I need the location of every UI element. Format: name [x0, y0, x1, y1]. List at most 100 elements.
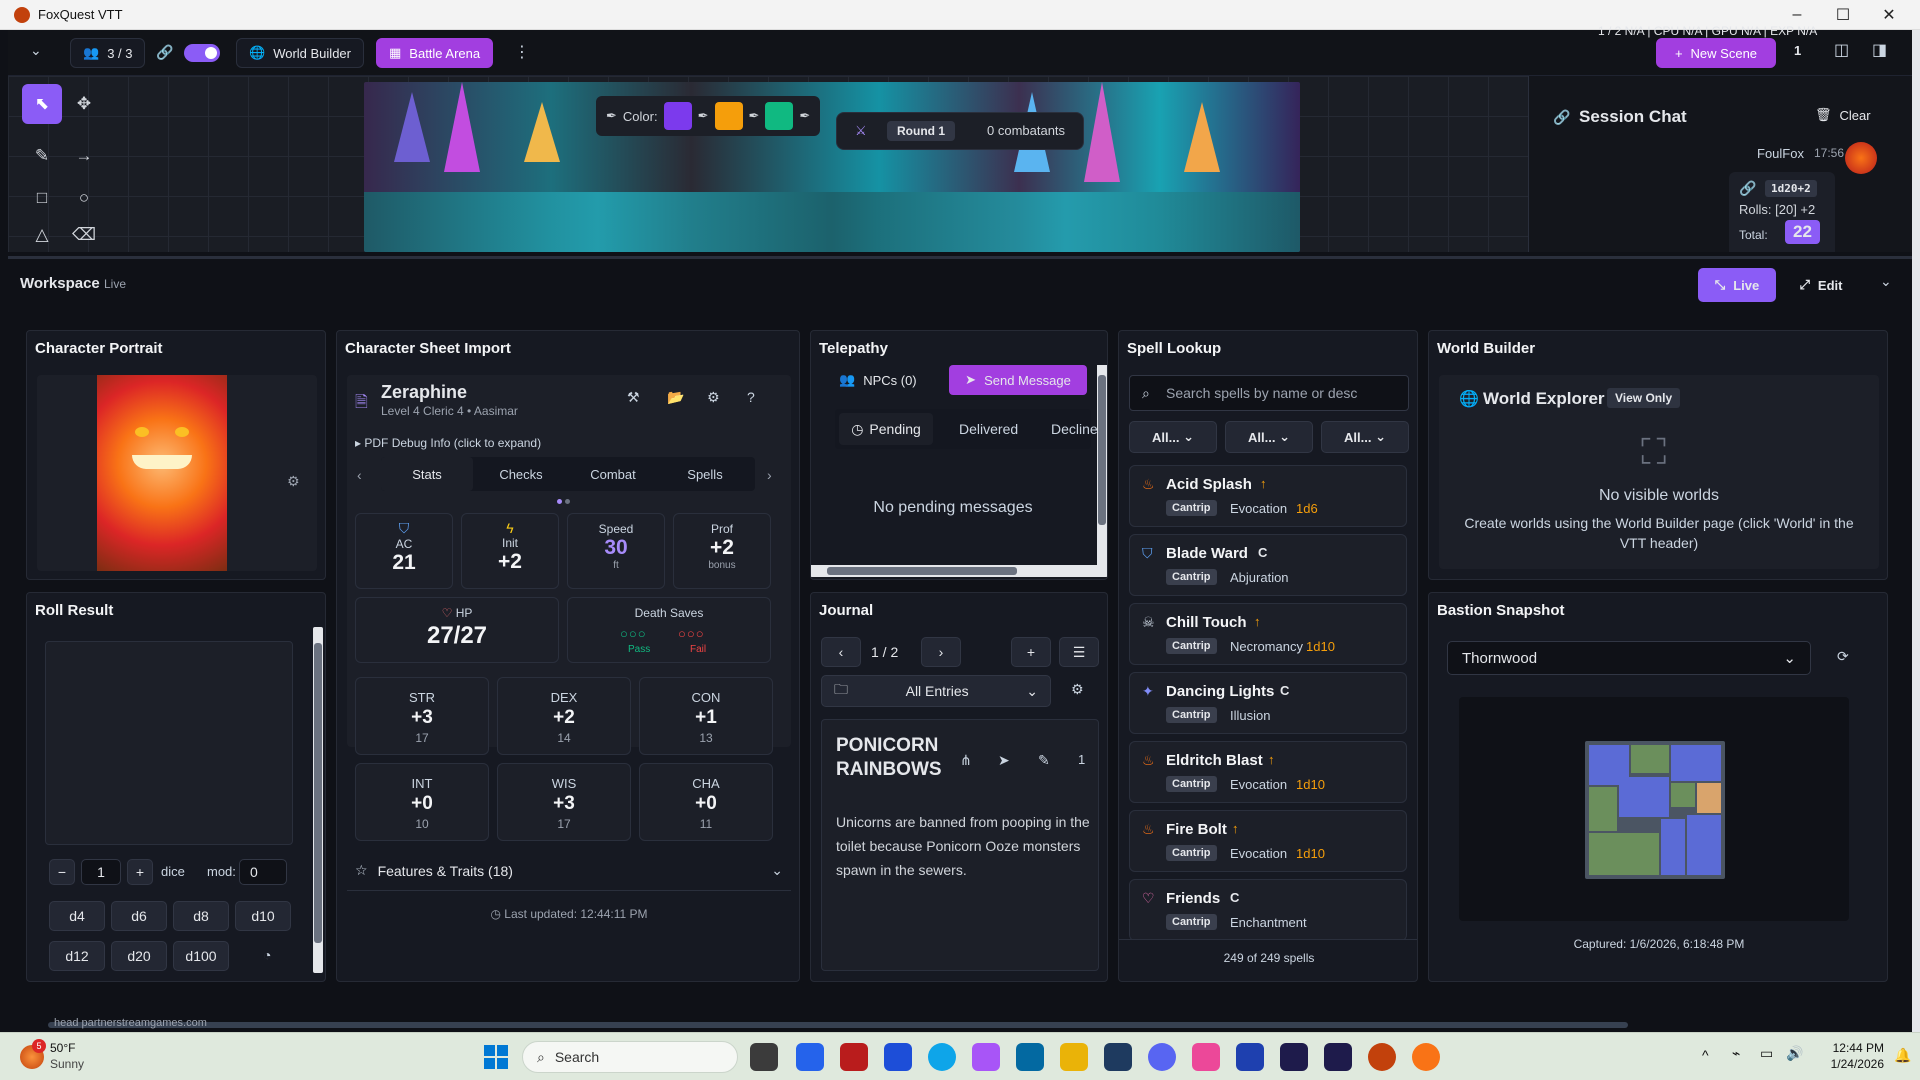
color-swatch-orange[interactable] [714, 102, 743, 130]
d100-button[interactable]: d100 [173, 941, 229, 971]
tab-stats[interactable]: Stats [381, 457, 473, 491]
network-icon[interactable]: ⌁ [1732, 1045, 1740, 1062]
clock-time[interactable]: 12:44 PM [1820, 1041, 1884, 1055]
discord-icon[interactable] [1148, 1043, 1176, 1071]
color-swatch-purple[interactable] [663, 102, 692, 130]
rectangle-tool-icon[interactable]: □ [22, 178, 62, 218]
circle-tool-icon[interactable]: ○ [64, 178, 104, 218]
decrement-button[interactable]: − [49, 859, 75, 885]
eyedropper-icon[interactable]: ✒ [749, 108, 760, 124]
send-message-button[interactable]: ➤ Send Message [949, 365, 1087, 395]
edit-icon[interactable]: ✎ [1038, 752, 1050, 769]
eyedropper-icon[interactable]: ✒ [799, 108, 810, 124]
visibility-toggle[interactable] [184, 44, 220, 62]
battle-arena-button[interactable]: ▦ Battle Arena [376, 38, 494, 68]
spell-card[interactable]: ✦ Dancing Lights C Cantrip Illusion [1129, 672, 1407, 734]
palette-icon[interactable]: ◔ [263, 947, 271, 963]
chevron-left-icon[interactable]: ‹ [357, 467, 362, 483]
features-toggle[interactable]: ☆ Features & Traits (18) ⌄ [347, 851, 791, 891]
copilot-icon[interactable] [972, 1043, 1000, 1071]
edit-mode-button[interactable]: ⤢ Edit [1786, 268, 1856, 302]
prev-page-button[interactable]: ‹ [821, 637, 861, 667]
more-options-icon[interactable]: ⋮ [514, 42, 530, 62]
pdf-debug-toggle[interactable]: ▸ PDF Debug Info (click to expand) [355, 436, 541, 450]
d6-button[interactable]: d6 [111, 901, 167, 931]
tab-pending[interactable]: ◷ Pending [839, 413, 933, 445]
spell-card[interactable]: ♨ Acid Splash ↑ Cantrip Evocation 1d6 [1129, 465, 1407, 527]
tab-spells[interactable]: Spells [659, 457, 751, 491]
app-icon[interactable] [840, 1043, 868, 1071]
fail-checkboxes[interactable]: ○○○ [678, 626, 705, 641]
store-icon[interactable] [1016, 1043, 1044, 1071]
tray-chevron-icon[interactable]: ^ [1702, 1047, 1709, 1063]
sidebar-left-icon[interactable]: ◫ [1834, 40, 1849, 60]
app-icon[interactable] [1236, 1043, 1264, 1071]
eyedropper-icon[interactable]: ✒ [698, 108, 709, 124]
gear-icon[interactable]: ⚙ [1071, 681, 1084, 698]
move-tool-icon[interactable]: ✥ [64, 84, 104, 124]
journal-entry-card[interactable]: PONICORN RAINBOWS ⋔ ➤ ✎ 1 Unicorns are b… [821, 719, 1099, 971]
clock-date[interactable]: 1/24/2026 [1820, 1057, 1884, 1071]
collapse-chevron-icon[interactable]: ⌄ [30, 42, 42, 59]
display-icon[interactable]: ▭ [1760, 1045, 1773, 1062]
next-page-button[interactable]: › [921, 637, 961, 667]
list-view-icon[interactable]: ☰ [1059, 637, 1099, 667]
workspace-horizontal-scrollbar[interactable]: head partnerstreamgames.com [8, 1017, 1912, 1032]
eraser-tool-icon[interactable]: ⌫ [64, 220, 104, 250]
live-mode-button[interactable]: ⤡ Live [1698, 268, 1776, 302]
close-button[interactable]: ✕ [1866, 0, 1912, 30]
d12-button[interactable]: d12 [49, 941, 105, 971]
spell-search-input[interactable]: ⌕ Search spells by name or desc [1129, 375, 1409, 411]
app-icon[interactable] [1192, 1043, 1220, 1071]
spell-card[interactable]: ♨ Fire Bolt ↑ Cantrip Evocation 1d10 [1129, 810, 1407, 872]
maximize-button[interactable]: ☐ [1820, 0, 1866, 30]
folder-icon[interactable]: 📂 [667, 389, 684, 406]
school-filter-select[interactable]: All... ⌄ [1225, 421, 1313, 453]
npcs-button[interactable]: 👥 NPCs (0) [839, 365, 917, 395]
steam-icon[interactable] [1104, 1043, 1132, 1071]
link-icon[interactable]: 🔗 [156, 44, 173, 61]
tab-combat[interactable]: Combat [567, 457, 659, 491]
new-scene-button[interactable]: + New Scene [1656, 38, 1776, 68]
tab-checks[interactable]: Checks [475, 457, 567, 491]
window-scrollbar[interactable] [1912, 30, 1920, 1032]
start-button[interactable] [484, 1045, 508, 1069]
d10-button[interactable]: d10 [235, 901, 291, 931]
edge-icon[interactable] [928, 1043, 956, 1071]
gear-icon[interactable]: ⚙ [707, 389, 720, 406]
chevron-down-icon[interactable]: ⌄ [1880, 273, 1892, 290]
volume-icon[interactable]: 🔊 [1786, 1045, 1803, 1062]
app-icon[interactable] [796, 1043, 824, 1071]
refresh-icon[interactable]: ⟳ [1837, 648, 1849, 665]
after-effects-icon[interactable] [1324, 1043, 1352, 1071]
arrow-tool-icon[interactable]: → [64, 136, 104, 176]
increment-button[interactable]: + [127, 859, 153, 885]
gear-icon[interactable]: ⚙ [287, 473, 300, 490]
horizontal-scrollbar[interactable] [811, 565, 1107, 577]
d8-button[interactable]: d8 [173, 901, 229, 931]
send-icon[interactable]: ➤ [998, 752, 1010, 769]
dice-count-input[interactable]: 1 [81, 859, 121, 885]
triangle-tool-icon[interactable]: △ [22, 220, 62, 250]
sidebar-right-icon[interactable]: ◨ [1872, 40, 1887, 60]
spell-card[interactable]: ⛉ Blade Ward C Cantrip Abjuration [1129, 534, 1407, 596]
spell-card[interactable]: ♡ Friends C Cantrip Enchantment [1129, 879, 1407, 939]
app-icon[interactable] [884, 1043, 912, 1071]
entry-filter-select[interactable]: 🗀 All Entries ⌄ [821, 675, 1051, 707]
spell-card[interactable]: ♨ Eldritch Blast ↑ Cantrip Evocation 1d1… [1129, 741, 1407, 803]
chevron-right-icon[interactable]: › [767, 467, 772, 483]
class-filter-select[interactable]: All... ⌄ [1321, 421, 1409, 453]
world-builder-button[interactable]: 🌐 World Builder [236, 38, 364, 68]
task-view-icon[interactable] [750, 1043, 778, 1071]
color-swatch-green[interactable] [765, 102, 794, 130]
taskbar-search[interactable]: ⌕ Search [522, 1041, 738, 1073]
scrollbar[interactable] [1097, 365, 1107, 565]
tab-delivered[interactable]: Delivered [959, 421, 1018, 437]
scrollbar[interactable] [313, 627, 323, 973]
select-tool-icon[interactable]: ⬉ [22, 84, 62, 124]
pass-checkboxes[interactable]: ○○○ [620, 626, 647, 641]
notifications-icon[interactable]: 🔔 [1894, 1047, 1911, 1064]
pencil-tool-icon[interactable]: ✎ [22, 136, 62, 176]
clear-chat-button[interactable]: 🗑 Clear [1815, 107, 1871, 123]
foxquest-icon[interactable] [1368, 1043, 1396, 1071]
